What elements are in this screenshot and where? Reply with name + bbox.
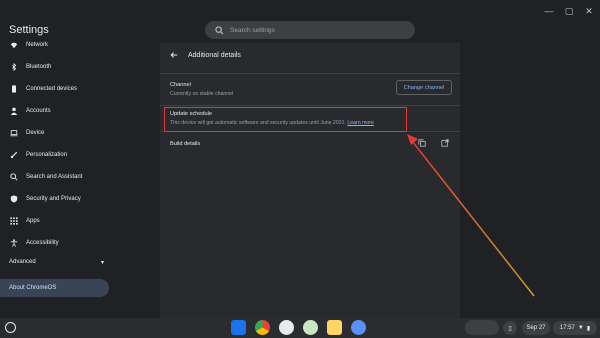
time-text: 17:57 (559, 325, 575, 331)
chevron-down-icon: ▾ (100, 260, 104, 266)
camera-app-icon[interactable] (279, 320, 294, 335)
sidebar-item-label: Connected devices (26, 86, 78, 92)
sidebar-item-label: Bluetooth (26, 64, 52, 70)
date-tray[interactable]: Sep 27 (522, 321, 550, 335)
launcher-icon[interactable] (5, 322, 16, 333)
person-icon (9, 106, 19, 116)
sidebar-advanced-label: Advanced (9, 259, 36, 265)
tray-blurred-area (465, 320, 499, 335)
additional-details-panel: Additional details Channel Currently on … (160, 43, 460, 318)
channel-label: Channel (170, 82, 191, 88)
wifi-icon: ▼ (577, 325, 584, 331)
settings-app-icon[interactable] (351, 320, 366, 335)
change-channel-button[interactable]: Change channel (396, 80, 452, 95)
page-header: Additional details (160, 43, 460, 67)
shelf: ▯ Sep 27 17:57 ▼ ▮ (0, 318, 600, 338)
phone-icon (9, 84, 19, 94)
sidebar-advanced-toggle[interactable]: Advanced ▾ (9, 259, 104, 266)
chrome-app-icon[interactable] (255, 320, 270, 335)
files-app-icon[interactable] (231, 320, 246, 335)
sidebar-item-device[interactable]: Device (0, 122, 160, 144)
sidebar-item-network[interactable]: Network (0, 34, 160, 56)
play-store-app-icon[interactable] (327, 320, 342, 335)
channel-status: Currently on stable channel (170, 91, 234, 97)
wifi-icon (9, 40, 19, 50)
minimize-icon[interactable]: — (544, 6, 554, 16)
sidebar-item-label: Device (26, 130, 45, 136)
laptop-icon (9, 128, 19, 138)
pinned-apps (231, 320, 366, 335)
grid-icon (9, 216, 19, 226)
build-details-row[interactable]: Build details (160, 131, 460, 153)
sidebar-item-label: Search and Assistant (26, 174, 83, 180)
sidebar-item-label: Personalization (26, 152, 68, 158)
sidebar-item-bluetooth[interactable]: Bluetooth (0, 56, 160, 78)
sidebar-item-label: Security and Privacy (26, 196, 81, 202)
settings-window: — ▢ ✕ Settings Network Bluetooth Connect… (0, 0, 600, 318)
date-text: Sep 27 (526, 325, 546, 331)
sidebar-item-accessibility[interactable]: Accessibility (0, 232, 160, 254)
search-bar[interactable] (205, 21, 415, 39)
build-details-label: Build details (170, 141, 201, 147)
update-schedule-highlight-box (164, 107, 407, 132)
window-controls: — ▢ ✕ (544, 6, 594, 16)
shield-icon (9, 194, 19, 204)
sidebar: Network Bluetooth Connected devices Acco… (0, 34, 160, 254)
status-tray[interactable]: 17:57 ▼ ▮ (553, 321, 597, 335)
search-input[interactable] (230, 26, 400, 34)
sidebar-item-label: Network (26, 42, 49, 48)
back-arrow-icon[interactable] (170, 51, 178, 59)
bluetooth-icon (9, 62, 19, 72)
accessibility-icon (9, 238, 19, 248)
open-external-icon[interactable] (441, 139, 449, 147)
page-title: Additional details (188, 51, 241, 59)
channel-row: Channel Currently on stable channel Chan… (160, 73, 460, 103)
maximize-icon[interactable]: ▢ (564, 6, 574, 16)
sidebar-item-search-assistant[interactable]: Search and Assistant (0, 166, 160, 188)
sidebar-item-security-privacy[interactable]: Security and Privacy (0, 188, 160, 210)
sidebar-item-personalization[interactable]: Personalization (0, 144, 160, 166)
close-icon[interactable]: ✕ (584, 6, 594, 16)
sidebar-item-label: Accessibility (26, 240, 59, 246)
android-app-icon[interactable] (303, 320, 318, 335)
copy-icon[interactable] (418, 139, 426, 147)
sidebar-item-accounts[interactable]: Accounts (0, 100, 160, 122)
sidebar-item-connected-devices[interactable]: Connected devices (0, 78, 160, 100)
brush-icon (9, 150, 19, 160)
phone-hub-icon[interactable]: ▯ (503, 321, 517, 335)
search-icon (215, 25, 224, 34)
battery-icon: ▮ (586, 325, 591, 332)
sidebar-item-label: Apps (26, 218, 40, 224)
sidebar-item-about-chromeos[interactable]: About ChromeOS (0, 279, 109, 297)
sidebar-item-label: About ChromeOS (9, 285, 57, 291)
search-icon (9, 172, 19, 182)
sidebar-item-label: Accounts (26, 108, 51, 114)
sidebar-item-apps[interactable]: Apps (0, 210, 160, 232)
